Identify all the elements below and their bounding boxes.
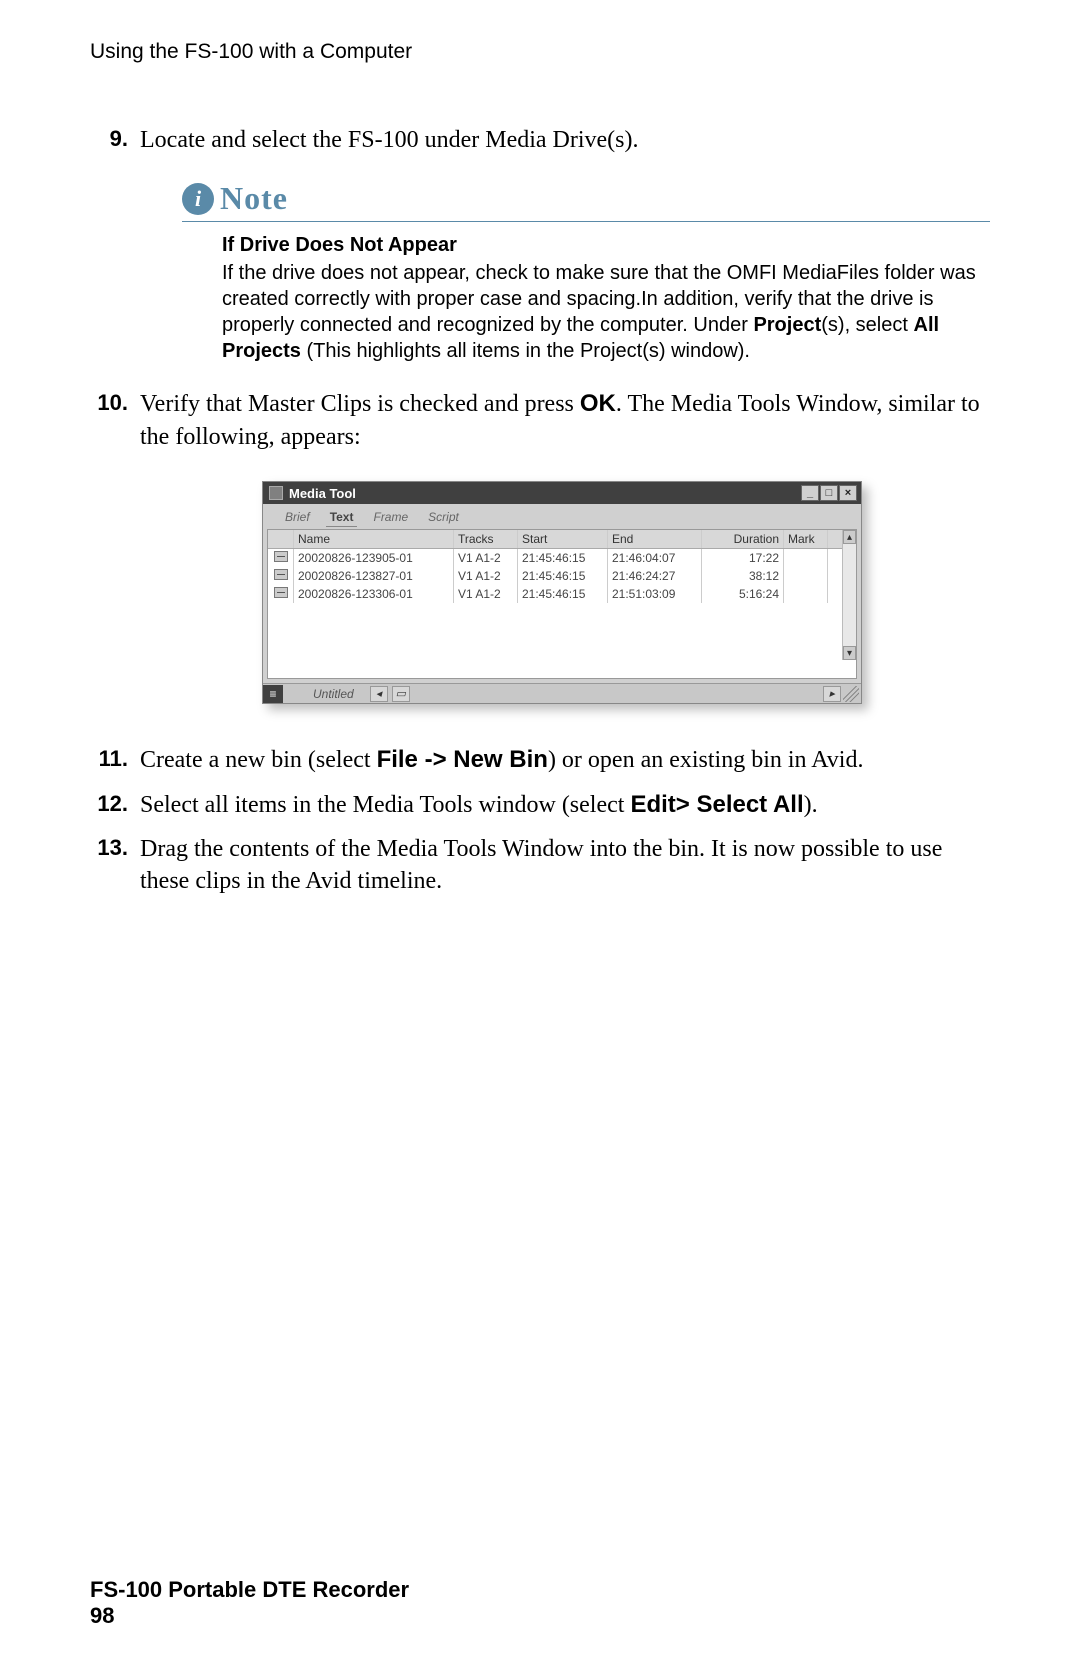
note-body: If the drive does not appear, check to m… [222, 260, 990, 364]
col-name[interactable]: Name [294, 530, 454, 548]
step-12-post: ). [804, 792, 818, 818]
step-number: 9. [90, 124, 140, 156]
table-row[interactable]: 20020826-123827-01 V1 A1-2 21:45:46:15 2… [268, 567, 856, 585]
clip-icon [274, 587, 288, 598]
tab-text[interactable]: Text [326, 508, 358, 527]
cell-tracks: V1 A1-2 [454, 549, 518, 567]
step-number: 10. [90, 388, 140, 453]
step-number: 13. [90, 833, 140, 898]
col-tracks[interactable]: Tracks [454, 530, 518, 548]
col-icon [268, 530, 294, 548]
cell-duration: 38:12 [702, 567, 784, 585]
tab-frame[interactable]: Frame [369, 508, 412, 527]
cell-start: 21:45:46:15 [518, 585, 608, 603]
step-11-post: ) or open an existing bin in Avid. [548, 747, 864, 773]
status-text: Untitled [313, 687, 366, 701]
cell-name: 20020826-123827-01 [294, 567, 454, 585]
step-13: 13. Drag the contents of the Media Tools… [90, 833, 990, 898]
page-footer: FS-100 Portable DTE Recorder 98 [90, 1577, 409, 1629]
cell-end: 21:46:24:27 [608, 567, 702, 585]
clip-icon [274, 551, 288, 562]
note-block: i Note If Drive Does Not Appear If the d… [182, 180, 990, 364]
step-12-pre: Select all items in the Media Tools wind… [140, 792, 630, 818]
hscroll-thumb[interactable]: ▭ [392, 686, 410, 702]
tab-bar: Brief Text Frame Script [263, 504, 861, 527]
cell-mark [784, 567, 828, 585]
step-text: Drag the contents of the Media Tools Win… [140, 833, 990, 898]
step-text: Locate and select the FS-100 under Media… [140, 124, 990, 156]
cell-duration: 5:16:24 [702, 585, 784, 603]
step-10: 10. Verify that Master Clips is checked … [90, 388, 990, 453]
step-10-bold: OK [580, 390, 616, 417]
cell-name: 20020826-123905-01 [294, 549, 454, 567]
status-menu-icon[interactable]: ≡ [263, 685, 283, 703]
media-tool-screenshot: Media Tool _ □ × Brief Text Frame Script… [262, 481, 862, 704]
note-bold-1: Project [753, 314, 821, 336]
maximize-button[interactable]: □ [820, 485, 838, 501]
col-mark[interactable]: Mark [784, 530, 828, 548]
scroll-up-arrow-icon[interactable]: ▴ [843, 530, 856, 544]
resize-grip-icon[interactable] [843, 686, 859, 702]
footer-title: FS-100 Portable DTE Recorder [90, 1577, 409, 1603]
step-9: 9. Locate and select the FS-100 under Me… [90, 124, 990, 156]
step-number: 12. [90, 789, 140, 821]
status-bar: ≡ Untitled ◂ ▭ ▸ [263, 683, 861, 703]
step-text: Select all items in the Media Tools wind… [140, 789, 990, 821]
cell-end: 21:46:04:07 [608, 549, 702, 567]
table-header: Name Tracks Start End Duration Mark [268, 530, 856, 549]
cell-name: 20020826-123306-01 [294, 585, 454, 603]
note-body-mid1: (s), select [821, 314, 913, 336]
scroll-down-arrow-icon[interactable]: ▾ [843, 646, 856, 660]
cell-start: 21:45:46:15 [518, 567, 608, 585]
media-table: Name Tracks Start End Duration Mark 2002… [267, 529, 857, 679]
close-button[interactable]: × [839, 485, 857, 501]
step-11-pre: Create a new bin (select [140, 747, 377, 773]
step-11-bold: File -> New Bin [377, 746, 548, 773]
scroll-right-button[interactable]: ▸ [823, 686, 841, 702]
step-12-bold: Edit> Select All [630, 791, 803, 818]
step-text: Verify that Master Clips is checked and … [140, 388, 990, 453]
cell-tracks: V1 A1-2 [454, 567, 518, 585]
minimize-button[interactable]: _ [801, 485, 819, 501]
step-10-pre: Verify that Master Clips is checked and … [140, 391, 580, 417]
cell-start: 21:45:46:15 [518, 549, 608, 567]
tab-brief[interactable]: Brief [281, 508, 314, 527]
info-icon: i [182, 183, 214, 215]
window-title: Media Tool [289, 486, 356, 501]
vertical-scrollbar[interactable]: ▴ ▾ [842, 530, 856, 660]
note-label: Note [220, 180, 288, 217]
col-start[interactable]: Start [518, 530, 608, 548]
note-title: If Drive Does Not Appear [222, 232, 990, 258]
cell-mark [784, 585, 828, 603]
footer-page-number: 98 [90, 1603, 409, 1629]
cell-mark [784, 549, 828, 567]
clip-icon [274, 569, 288, 580]
cell-tracks: V1 A1-2 [454, 585, 518, 603]
step-12: 12. Select all items in the Media Tools … [90, 789, 990, 821]
cell-duration: 17:22 [702, 549, 784, 567]
titlebar: Media Tool _ □ × [263, 482, 861, 504]
table-row[interactable]: 20020826-123306-01 V1 A1-2 21:45:46:15 2… [268, 585, 856, 603]
cell-end: 21:51:03:09 [608, 585, 702, 603]
page-header: Using the FS-100 with a Computer [90, 40, 990, 64]
col-end[interactable]: End [608, 530, 702, 548]
col-duration[interactable]: Duration [702, 530, 784, 548]
scroll-left-button[interactable]: ◂ [370, 686, 388, 702]
note-header: i Note [182, 180, 990, 222]
step-text: Create a new bin (select File -> New Bin… [140, 744, 990, 776]
note-body-post: (This highlights all items in the Projec… [301, 340, 750, 362]
step-number: 11. [90, 744, 140, 776]
tab-script[interactable]: Script [424, 508, 463, 527]
step-11: 11. Create a new bin (select File -> New… [90, 744, 990, 776]
media-tool-window: Media Tool _ □ × Brief Text Frame Script… [262, 481, 862, 704]
table-row[interactable]: 20020826-123905-01 V1 A1-2 21:45:46:15 2… [268, 549, 856, 567]
window-icon [269, 486, 283, 500]
